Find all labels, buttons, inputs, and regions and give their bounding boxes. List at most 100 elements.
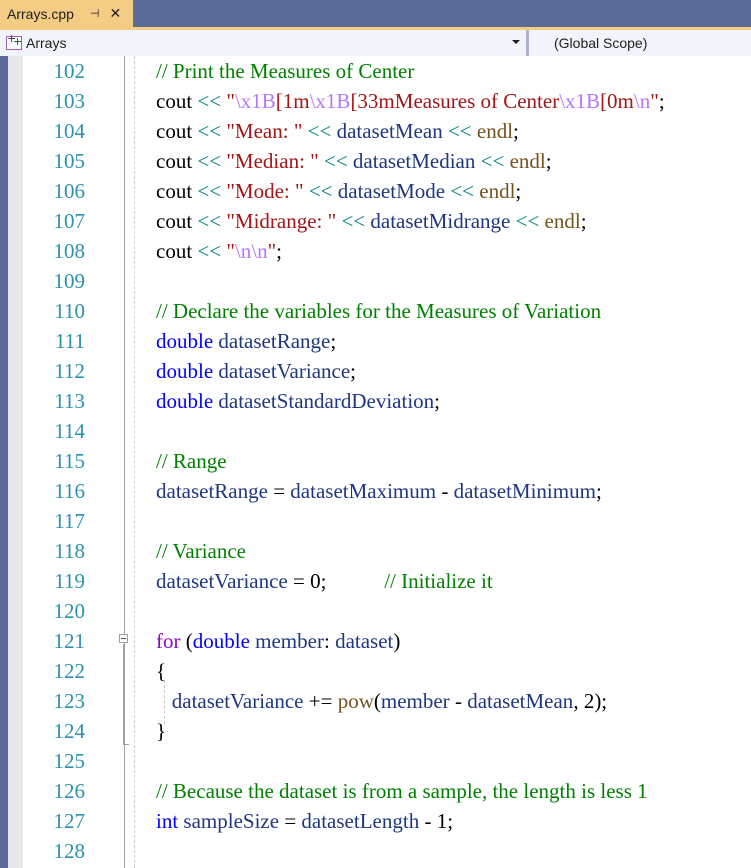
fold-region-end bbox=[123, 744, 129, 745]
punctuation: ; bbox=[350, 359, 357, 383]
code-line-106: cout << "Mode: " << datasetMode << endl; bbox=[156, 176, 665, 206]
line-number-gutter: 102 103 104 105 106 107 108 109 110 111 … bbox=[23, 56, 123, 866]
outlining-margin bbox=[124, 56, 125, 868]
escape: \n\n bbox=[234, 239, 268, 263]
line-number: 122 bbox=[53, 659, 86, 683]
close-icon[interactable]: ✕ bbox=[110, 6, 122, 22]
brace: } bbox=[156, 719, 167, 743]
chevron-down-icon[interactable] bbox=[512, 40, 520, 44]
line-number: 125 bbox=[53, 749, 86, 773]
code-line-118: // Variance bbox=[156, 536, 665, 566]
keyword: double bbox=[156, 329, 214, 353]
operator: - bbox=[449, 689, 468, 713]
scope-dropdown[interactable]: (Global Scope) bbox=[529, 30, 751, 56]
operator: = bbox=[267, 479, 291, 503]
line-number: 123 bbox=[53, 689, 86, 713]
string: "Mode: " bbox=[226, 179, 304, 203]
operator: << bbox=[442, 119, 477, 143]
punctuation: ; bbox=[595, 479, 602, 503]
punctuation: ; bbox=[580, 209, 587, 233]
code-line-108: cout << "\n\n"; bbox=[156, 236, 665, 266]
string: " bbox=[267, 239, 277, 263]
line-number: 102 bbox=[53, 59, 86, 83]
operator: << bbox=[303, 179, 338, 203]
function: endl bbox=[544, 209, 581, 233]
function: endl bbox=[509, 149, 546, 173]
operator: << bbox=[192, 89, 227, 113]
string: "Median: " bbox=[226, 149, 319, 173]
line-number: 107 bbox=[53, 209, 86, 233]
identifier: datasetRange bbox=[156, 479, 268, 503]
code-editor[interactable]: 102 103 104 105 106 107 108 109 110 111 … bbox=[8, 56, 751, 868]
operator: << bbox=[445, 179, 480, 203]
operator: << bbox=[192, 179, 227, 203]
fold-region-line bbox=[123, 644, 124, 744]
line-number: 115 bbox=[54, 449, 85, 473]
operator: << bbox=[192, 209, 227, 233]
code-line-116: datasetRange = datasetMaximum - datasetM… bbox=[156, 476, 665, 506]
code-line-127: int sampleSize = datasetLength - 1; bbox=[156, 806, 665, 836]
tab-arrays-cpp[interactable]: Arrays.cpp ⊣ ✕ bbox=[0, 0, 133, 27]
tab-title: Arrays.cpp bbox=[7, 5, 74, 22]
identifier: datasetMidrange bbox=[370, 209, 511, 233]
project-dropdown[interactable]: Arrays bbox=[0, 30, 527, 56]
operator: << bbox=[192, 149, 227, 173]
identifier: datasetVariance bbox=[156, 569, 288, 593]
code-line-123: datasetVariance += pow(member - datasetM… bbox=[156, 686, 665, 716]
identifier: dataset bbox=[335, 629, 394, 653]
code-line-122: { bbox=[156, 656, 665, 686]
code-line-126: // Because the dataset is from a sample,… bbox=[156, 776, 665, 806]
operator: << bbox=[336, 209, 371, 233]
line-number: 127 bbox=[53, 809, 86, 833]
code-line-102: // Print the Measures of Center bbox=[156, 56, 665, 86]
indent-guide bbox=[134, 56, 135, 868]
line-number: 103 bbox=[53, 89, 86, 113]
identifier: datasetMedian bbox=[352, 149, 476, 173]
line-number: 116 bbox=[54, 479, 85, 503]
operator: << bbox=[475, 149, 510, 173]
pin-icon[interactable]: ⊣ bbox=[90, 7, 100, 20]
code-line-115: // Range bbox=[156, 446, 665, 476]
line-number: 108 bbox=[53, 239, 86, 263]
string: " bbox=[226, 239, 235, 263]
punctuation: ; bbox=[330, 329, 337, 353]
identifier: datasetRange bbox=[213, 329, 331, 353]
escape: \x1B bbox=[559, 89, 601, 113]
keyword: for bbox=[156, 629, 181, 653]
string: [33mMeasures of Center bbox=[350, 89, 560, 113]
collapse-toggle-icon[interactable] bbox=[119, 634, 128, 643]
operator: - bbox=[436, 479, 454, 503]
string: "Midrange: " bbox=[226, 209, 337, 233]
keyword: double bbox=[156, 359, 214, 383]
line-number: 112 bbox=[54, 359, 85, 383]
line-number: 104 bbox=[53, 119, 86, 143]
code-line-107: cout << "Midrange: " << datasetMidrange … bbox=[156, 206, 665, 236]
identifier: datasetMean bbox=[467, 689, 574, 713]
punctuation: ( bbox=[180, 629, 193, 653]
identifier: cout bbox=[156, 209, 193, 233]
line-number: 128 bbox=[53, 839, 86, 863]
code-line-119: datasetVariance = 0; // Initialize it bbox=[156, 566, 665, 596]
operator: << bbox=[192, 239, 227, 263]
code-line-104: cout << "Mean: " << datasetMean << endl; bbox=[156, 116, 665, 146]
comment: // Variance bbox=[156, 539, 246, 563]
identifier: datasetVariance bbox=[213, 359, 351, 383]
line-number: 114 bbox=[54, 419, 85, 443]
keyword: double bbox=[192, 629, 250, 653]
string: " bbox=[650, 89, 659, 113]
brace: { bbox=[156, 659, 167, 683]
escape: \n bbox=[633, 89, 651, 113]
line-number: 110 bbox=[54, 299, 85, 323]
comment: // Because the dataset is from a sample,… bbox=[156, 779, 648, 803]
scope-label: (Global Scope) bbox=[554, 35, 648, 51]
escape: \x1B bbox=[234, 89, 276, 113]
code-lines[interactable]: // Print the Measures of Center cout << … bbox=[156, 56, 665, 866]
line-number: 120 bbox=[53, 599, 86, 623]
